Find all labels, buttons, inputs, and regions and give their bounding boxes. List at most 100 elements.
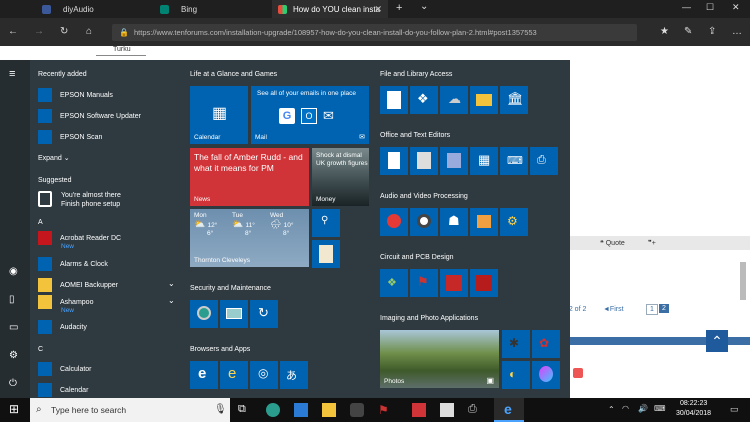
imaging-tile-1[interactable]: ✱ xyxy=(502,330,530,358)
chevron-down-icon[interactable]: ⌄ xyxy=(168,279,175,288)
search-box[interactable]: ⌕ Type here to search 🎙 xyxy=(30,398,230,422)
office-tile-5[interactable]: ⌨ xyxy=(500,147,528,175)
maximize-icon[interactable]: ☐ xyxy=(706,2,714,13)
forward-arrow-icon[interactable]: → xyxy=(34,26,44,37)
calendar-tile[interactable]: ▦ Calendar xyxy=(190,86,248,144)
clock-date[interactable]: 30/04/2018 xyxy=(676,410,711,417)
group-browsers[interactable]: Browsers and Apps xyxy=(190,346,250,353)
user-account-icon[interactable]: ◉ xyxy=(9,266,18,277)
suggested-line-1[interactable]: You're almost there xyxy=(61,192,121,199)
app-audacity[interactable]: Audacity xyxy=(38,319,87,335)
keyboard-icon[interactable]: ⌨ xyxy=(654,404,666,413)
small-app-tile-2[interactable] xyxy=(312,240,340,268)
file-tile-1[interactable] xyxy=(380,86,408,114)
task-view-icon[interactable]: ⧉ xyxy=(238,403,252,417)
taskbar-app-icon[interactable] xyxy=(350,403,364,417)
windows-start-icon[interactable]: ⊞ xyxy=(9,402,19,416)
taskbar-app-red-icon[interactable]: ⚑ xyxy=(378,403,392,417)
letter-a-header[interactable]: A xyxy=(38,219,43,226)
security-tile-1[interactable] xyxy=(190,300,218,328)
url-field[interactable]: 🔒 https://www.tenforums.com/installation… xyxy=(112,24,637,41)
office-tile-2[interactable] xyxy=(410,147,438,175)
scroll-to-top-icon[interactable]: ⌃ xyxy=(706,330,728,352)
multiquote-icon[interactable]: ❞+ xyxy=(648,239,656,247)
dropbox-tile[interactable]: ❖ xyxy=(410,86,438,114)
maps-tile[interactable]: ◎ xyxy=(250,361,278,389)
notes-icon[interactable]: ✎ xyxy=(684,26,692,37)
wifi-icon[interactable]: ◠ xyxy=(622,404,629,413)
circuit-tile-2[interactable]: ⚑ xyxy=(410,269,438,297)
app-calendar[interactable]: Calendar xyxy=(38,382,88,398)
imaging-tile-3[interactable]: ◐ xyxy=(502,361,530,389)
group-life[interactable]: Life at a Glance and Games xyxy=(190,71,277,78)
hamburger-menu-icon[interactable]: ≡ xyxy=(9,68,15,80)
pagination-first[interactable]: ◄First xyxy=(603,306,624,313)
audio-tile-1[interactable] xyxy=(380,208,408,236)
group-imaging[interactable]: Imaging and Photo Applications xyxy=(380,315,478,322)
expand-button[interactable]: Expand ⌄ xyxy=(38,154,70,162)
taskbar-app-square-icon[interactable] xyxy=(412,403,426,417)
file-explorer-icon[interactable] xyxy=(322,403,336,417)
audio-tile-2[interactable] xyxy=(410,208,438,236)
favorites-list-icon[interactable]: ★ xyxy=(660,26,669,37)
news-tile[interactable]: The fall of Amber Rudd - and what it mea… xyxy=(190,148,309,206)
circuit-tile-4[interactable] xyxy=(470,269,498,297)
minimize-icon[interactable]: — xyxy=(682,2,691,12)
imaging-tile-4[interactable] xyxy=(532,361,560,389)
tab-menu-chevron-icon[interactable]: ⌄ xyxy=(420,1,428,12)
tray-chevron-icon[interactable]: ⌃ xyxy=(608,405,615,414)
scrollbar-thumb[interactable] xyxy=(740,262,746,300)
pagination-page-1[interactable]: 1 xyxy=(646,304,658,315)
pictures-icon[interactable]: ▭ xyxy=(9,322,18,333)
group-file[interactable]: File and Library Access xyxy=(380,71,452,78)
pagination-page-2[interactable]: 2 xyxy=(659,304,669,313)
close-tab-icon[interactable]: ✕ xyxy=(374,4,382,15)
translator-tile[interactable]: あ xyxy=(280,361,308,389)
app-epson-updater[interactable]: EPSON Software Updater xyxy=(38,108,141,124)
ie-tile[interactable]: e xyxy=(220,361,248,389)
photos-tile[interactable]: Photos ▣ xyxy=(380,330,499,388)
group-office[interactable]: Office and Text Editors xyxy=(380,132,450,139)
suggested-line-2[interactable]: Finish phone setup xyxy=(61,201,120,208)
microphone-icon[interactable]: 🎙 xyxy=(214,398,227,422)
app-aomei[interactable]: AOMEI Backupper xyxy=(38,277,118,293)
audio-tile-4[interactable] xyxy=(470,208,498,236)
taskbar-edge-active[interactable]: e xyxy=(494,398,524,422)
app-epson-manuals[interactable]: EPSON Manuals xyxy=(38,87,113,103)
tab-bing[interactable]: Bing xyxy=(154,0,270,18)
app-alarms[interactable]: Alarms & Clock xyxy=(38,256,108,272)
app-acrobat[interactable]: Acrobat Reader DC xyxy=(38,230,121,246)
mail-tile[interactable]: See all of your emails in one place G O … xyxy=(251,86,369,144)
group-security[interactable]: Security and Maintenance xyxy=(190,285,271,292)
office-tile-3[interactable] xyxy=(440,147,468,175)
home-icon[interactable]: ⌂ xyxy=(86,26,92,37)
back-arrow-icon[interactable]: ← xyxy=(8,26,18,37)
group-circuit[interactable]: Circuit and PCB Design xyxy=(380,254,454,261)
taskbar-calculator-icon[interactable] xyxy=(440,403,454,417)
letter-c-header[interactable]: C xyxy=(38,346,43,353)
new-tab-button[interactable]: + xyxy=(396,2,402,14)
app-epson-scan[interactable]: EPSON Scan xyxy=(38,129,102,145)
taskbar-app-monitor-icon[interactable] xyxy=(294,403,308,417)
audio-tile-5[interactable]: ⚙ xyxy=(500,208,528,236)
weather-tile[interactable]: Mon ⛅ 12° 6° Tue ⛅ 11° 8° Wed 🌧 10° 8° T… xyxy=(190,209,309,267)
file-tile-3[interactable]: ☁ xyxy=(440,86,468,114)
taskbar-app-defender-icon[interactable] xyxy=(266,403,280,417)
file-tile-5[interactable]: 🏛 xyxy=(500,86,528,114)
share-icon[interactable]: ⇪ xyxy=(708,26,716,37)
edge-tile[interactable]: e xyxy=(190,361,218,389)
tab-diyaudio[interactable]: diyAudio xyxy=(36,0,152,18)
power-icon[interactable]: ⏻ xyxy=(9,378,17,389)
money-tile[interactable]: Shock at dismal UK growth figures Money xyxy=(312,148,369,206)
small-app-tile-1[interactable]: ⚲ xyxy=(312,209,340,237)
tab-tenforums[interactable]: How do YOU clean insta ✕ xyxy=(272,0,388,18)
volume-icon[interactable]: 🔊 xyxy=(638,404,648,413)
circuit-tile-1[interactable]: ❖ xyxy=(380,269,408,297)
file-tile-4[interactable] xyxy=(470,86,498,114)
clock-time[interactable]: 08:22:23 xyxy=(680,400,707,407)
imaging-tile-2[interactable]: ✿ xyxy=(532,330,560,358)
group-audio[interactable]: Audio and Video Processing xyxy=(380,193,468,200)
chevron-down-icon[interactable]: ⌄ xyxy=(168,296,175,305)
taskbar-app-printer-icon[interactable]: ⎙ xyxy=(468,403,482,417)
quote-button[interactable]: ❝ Quote xyxy=(600,239,625,247)
